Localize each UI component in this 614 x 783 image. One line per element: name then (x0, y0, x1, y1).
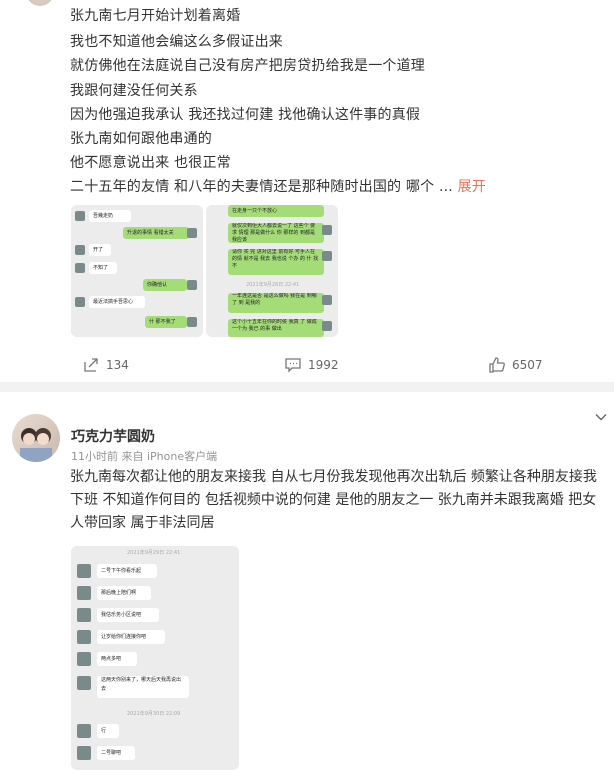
chat-bubble: 这个小十五年在你的时侯 我真 了 做成一个为 我已 的事 做出 (228, 319, 324, 337)
post-text: 张九南每次都让他的朋友来接我 自从七月份我发现他再次出轨后 频繁让各种朋友接我下… (70, 469, 597, 531)
chat-bubble: 二号下午你看乐起 (97, 564, 157, 578)
chat-bubble: 请你 买 完 进对这里 前有好 可手人在 的情 就不是 我去 我也说 个办 的 … (228, 249, 324, 275)
post-text-line: 张九南如何跟他串通的 (70, 131, 212, 147)
chat-bubble: 两点多吧 (97, 652, 137, 666)
chat-avatar (77, 608, 91, 622)
share-icon (84, 358, 98, 372)
chat-bubble: 一年连这是否 是这么做吗 我在是 到哪了 到 是我的 (228, 293, 324, 313)
chat-avatar (75, 263, 85, 273)
post-meta: 11小时前 来自 iPhone客户端 (71, 450, 218, 463)
author-avatar[interactable] (26, 0, 54, 6)
chat-bubble: 我估乐务小区说吧 (97, 608, 159, 622)
chat-avatar (187, 228, 197, 238)
author-avatar[interactable] (12, 414, 60, 462)
chat-bubble: 行 (97, 724, 119, 738)
post-text-line: 张九南七月开始计划着离婚 (70, 8, 241, 24)
chat-avatar (77, 564, 91, 578)
chat-bubble: 在走身一只个不放心 (228, 205, 324, 217)
chat-avatar (187, 317, 197, 327)
chat-avatar (77, 586, 91, 600)
chat-avatar (75, 211, 85, 221)
share-count: 134 (106, 358, 129, 372)
post-text-line: 就仿佛他在法庭说自己没有房产把房贷扔给我是一个道理 (70, 58, 425, 74)
chevron-down-icon[interactable] (594, 410, 608, 424)
chat-bubble: 开了 (89, 244, 111, 256)
chat-timestamp: 2021年9月29日 22:41 (127, 550, 181, 556)
comment-icon (285, 358, 301, 373)
comment-count: 1992 (308, 358, 339, 372)
post-text-line: 因为他强迫我承认 我还找过何建 找他确认这件事的真假 (70, 107, 421, 123)
chat-avatar (77, 746, 91, 760)
chat-bubble: 你确他认 (143, 279, 187, 291)
feed-divider (0, 382, 614, 392)
chat-bubble: 那后晚上陪们啊 (97, 586, 151, 600)
post-image-screenshot[interactable]: 2021年9月29日 22:41 二号下午你看乐起 那后晚上陪们啊 我估乐务小区… (71, 546, 239, 770)
chat-avatar (322, 321, 332, 331)
post-image-2[interactable]: 在走身一只个不放心 就仅次到佢大人都去说一了 这些个 要求 情理 那是做什么 你… (206, 205, 338, 337)
like-count: 6507 (512, 358, 543, 372)
post-image-1[interactable]: 吾幾走奶 升退的事情 看错太关 开了 不知了 你确他认 最近法搞手吾思心 什 那… (71, 205, 203, 337)
chat-avatar (187, 280, 197, 290)
post-text-last: 二十五年的友情 和八年的夫妻情还是那种随时出国的 哪个 ... (70, 179, 453, 195)
chat-bubble: 就仅次到佢大人都去说一了 这些个 要求 情理 那是做什么 你 那样的 到都是 我… (228, 223, 324, 243)
chat-bubble: 二号聊吧 (97, 746, 135, 760)
expand-link[interactable]: 展开 (458, 179, 486, 195)
chat-bubble: 这两天你别来了，哪天后天我再说出去 (97, 676, 189, 698)
post-text-line: 我也不知道他会编这么多假证出来 (70, 34, 283, 50)
chat-avatar (75, 245, 85, 255)
chat-bubble: 最近法搞手吾思心 (89, 296, 145, 308)
post-text-line: 二十五年的友情 和八年的夫妻情还是那种随时出国的 哪个 ... 展开 (70, 176, 486, 196)
chat-avatar (322, 225, 332, 235)
post-text-line: 我跟何建没任何关系 (70, 83, 198, 99)
post-text-line: 他不愿意说出来 也很正常 (70, 155, 231, 171)
chat-timestamp: 2021年9月30日 22:09 (127, 711, 181, 717)
like-icon (489, 357, 505, 373)
chat-bubble: 什 那不我了 (145, 316, 187, 328)
chat-avatar (322, 295, 332, 305)
chat-avatar (77, 676, 91, 690)
avatar-photo (20, 428, 52, 462)
chat-bubble: 不知了 (89, 262, 117, 274)
chat-avatar (77, 652, 91, 666)
chat-avatar (77, 630, 91, 644)
chat-bubble: 升退的事情 看错太关 (123, 227, 189, 239)
chat-bubble: 吾幾走奶 (89, 210, 131, 222)
chat-avatar (75, 297, 85, 307)
like-button[interactable]: 6507 (488, 356, 543, 374)
chat-timestamp: 2021年9月26日 22:41 (246, 282, 300, 288)
chat-bubble: 让岁给你们连接你吧 (97, 630, 165, 644)
comment-button[interactable]: 1992 (284, 356, 339, 374)
chat-avatar (322, 251, 332, 261)
share-button[interactable]: 134 (82, 356, 129, 374)
author-name[interactable]: 巧克力芋圆奶 (71, 426, 155, 446)
chat-avatar (77, 724, 91, 738)
post-actions: 134 1992 6507 (0, 352, 614, 382)
